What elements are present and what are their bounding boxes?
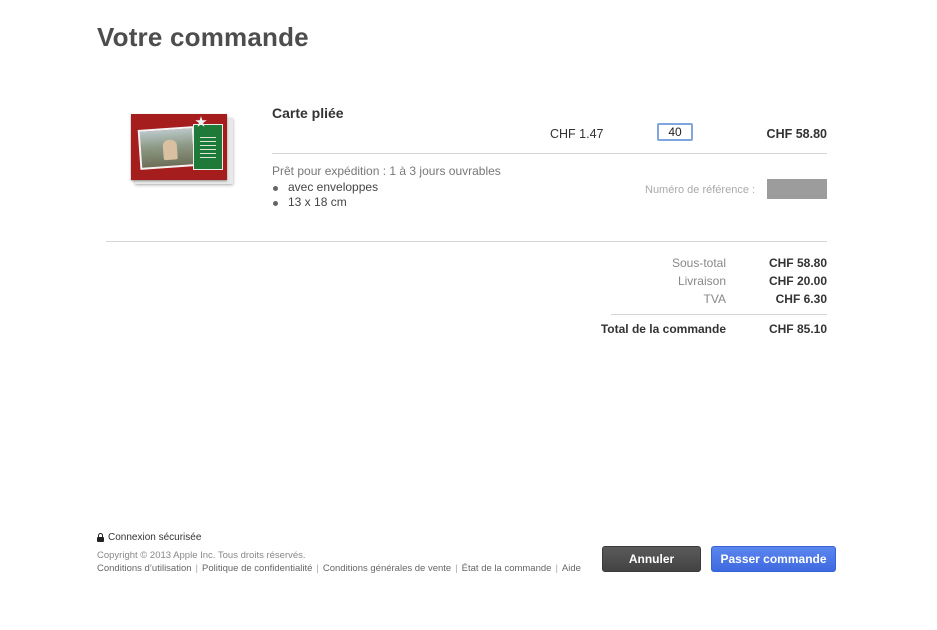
total-value: CHF 85.10 [768, 322, 827, 336]
total-label: Total de la commande [600, 322, 726, 336]
subtotal-label: Sous-total [671, 256, 726, 270]
subtotal-value: CHF 58.80 [768, 256, 827, 270]
footer-link-help[interactable]: Aide [562, 563, 581, 574]
footer-link-terms[interactable]: Conditions d’utilisation [97, 563, 192, 574]
reference-label: Numéro de référence : [645, 184, 756, 196]
place-order-button[interactable]: Passer commande [711, 546, 836, 572]
feature-item: 13 x 18 cm [272, 195, 378, 210]
shipping-info: Prêt pour expédition : 1 à 3 jours ouvra… [272, 164, 501, 178]
footer-link-sales-terms[interactable]: Conditions générales de vente [323, 563, 451, 574]
tax-label: TVA [703, 292, 726, 306]
tax-row: TVA CHF 6.30 [560, 292, 827, 308]
footer-links: Conditions d’utilisation | Politique de … [97, 563, 581, 574]
tax-value: CHF 6.30 [775, 292, 827, 306]
card-photo [137, 126, 197, 170]
page-title: Votre commande [97, 22, 309, 52]
link-separator: | [195, 563, 198, 574]
link-separator: | [455, 563, 458, 574]
unit-price: CHF 1.47 [550, 127, 604, 141]
link-separator: | [316, 563, 319, 574]
lock-icon [97, 533, 104, 542]
total-row: Total de la commande CHF 85.10 [560, 322, 827, 338]
secure-connection: Connexion sécurisée [97, 532, 201, 543]
card-text-panel [193, 124, 223, 170]
summary-divider [611, 314, 827, 315]
footer-link-privacy[interactable]: Politique de confidentialité [202, 563, 312, 574]
shipping-value: CHF 20.00 [768, 274, 827, 288]
footer-link-order-status[interactable]: État de la commande [462, 563, 552, 574]
secure-label: Connexion sécurisée [108, 532, 202, 543]
cancel-button[interactable]: Annuler [602, 546, 701, 572]
section-divider [106, 241, 827, 242]
subtotal-row: Sous-total CHF 58.80 [560, 256, 827, 272]
item-divider [272, 153, 827, 154]
link-separator: | [555, 563, 558, 574]
line-total: CHF 58.80 [766, 127, 827, 141]
feature-item: avec enveloppes [272, 180, 378, 195]
reference-input[interactable] [767, 179, 827, 199]
product-name: Carte pliée [272, 105, 344, 121]
product-thumbnail [131, 114, 235, 184]
shipping-row: Livraison CHF 20.00 [560, 274, 827, 290]
feature-list: avec enveloppes 13 x 18 cm [272, 180, 378, 210]
card-front [131, 114, 227, 180]
order-page: Votre commande Carte pliée CHF 1.47 CHF … [0, 0, 937, 630]
quantity-input[interactable] [657, 123, 693, 141]
shipping-label: Livraison [677, 274, 726, 288]
copyright: Copyright © 2013 Apple Inc. Tous droits … [97, 550, 306, 561]
